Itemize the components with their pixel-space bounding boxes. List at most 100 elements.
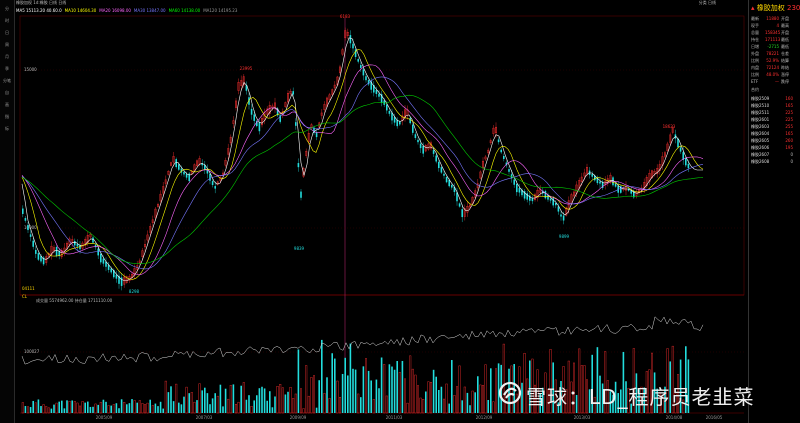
contract-row[interactable]: 橡胶2607 0 (751, 151, 799, 158)
candle-body (451, 184, 453, 188)
contract-row[interactable]: 橡胶2606 195 (751, 144, 799, 151)
volume-bar (138, 400, 141, 414)
contract-row[interactable]: 橡胶2601 225 (751, 116, 799, 123)
volume-bar (167, 392, 170, 413)
volume-bar (61, 400, 63, 413)
contract-row[interactable]: 橡胶2605 260 (751, 137, 799, 144)
subpanel-label: CL (22, 294, 28, 299)
candle-body (396, 119, 398, 127)
toolbar-item[interactable]: 日 (1, 30, 13, 35)
volume-bar (383, 364, 386, 414)
contract-row[interactable]: 橡胶2510 165 (751, 102, 799, 109)
kline-chart[interactable]: 15000100001000272005/09 2007/03 2009/09 201… (14, 0, 748, 423)
volume-bar (385, 395, 388, 414)
candle-body (22, 208, 24, 214)
price-low-label: 9899 (559, 234, 570, 239)
volume-bar (29, 407, 32, 413)
volume-bar (435, 376, 437, 413)
candle-body (458, 203, 461, 207)
volume-bar (305, 365, 308, 414)
open-interest-line (21, 316, 704, 365)
volume-bar (419, 397, 422, 414)
volume-bar (84, 402, 86, 413)
contract-row[interactable]: 橡胶2509 160 (751, 95, 799, 102)
volume-bar (58, 401, 60, 413)
volume-bar (276, 386, 279, 414)
volume-bar (188, 393, 190, 413)
volume-bar (313, 375, 316, 414)
toolbar-item[interactable]: 分笔 (1, 78, 13, 83)
candle-body (560, 214, 562, 217)
volume-bar (222, 406, 224, 413)
quote-row: 最新 11880 开盘 (751, 16, 789, 21)
volume-bar (112, 404, 115, 414)
toolbar-item[interactable]: 自 (1, 90, 13, 95)
volume-bar (21, 402, 24, 414)
price-low-label: 8298 (129, 289, 140, 294)
volume-bar (47, 407, 50, 414)
candle-body (29, 234, 32, 237)
volume-bar (466, 392, 469, 413)
volume-bar (357, 393, 360, 414)
candle-body (414, 134, 417, 138)
candle-body (185, 173, 188, 178)
ma10-line (21, 49, 704, 280)
contract-row[interactable]: 橡胶2511 225 (751, 109, 799, 116)
toolbar-item[interactable]: 季 (1, 66, 13, 71)
toolbar-item[interactable]: 月 (1, 54, 13, 59)
volume-bar (133, 400, 136, 414)
xueqiu-logo-icon (498, 381, 522, 405)
volume-bar (370, 380, 372, 413)
volume-bar (118, 408, 120, 413)
candle-body (497, 139, 500, 143)
toolbar-item[interactable]: 画 (1, 102, 13, 107)
volume-bar (281, 387, 284, 414)
volume-bar (68, 400, 71, 414)
volume-bar (398, 372, 401, 414)
x-tick-label: 2009/09 (290, 415, 307, 420)
toolbar-item[interactable]: 指 (1, 114, 13, 119)
ma60-line (21, 94, 704, 265)
volume-bar (490, 368, 492, 413)
candle-body (388, 110, 391, 114)
candle-body (365, 76, 367, 81)
toolbar-item[interactable]: 时 (1, 18, 13, 23)
quote-row: 持仓 171113最低 (751, 37, 789, 42)
volume-bar (232, 384, 235, 413)
volume-bar (404, 378, 407, 414)
volume-bar (469, 405, 471, 413)
quote-price: 230 (786, 4, 800, 12)
toolbar-item[interactable]: 分 (1, 6, 13, 11)
contract-row[interactable]: 橡胶2608 0 (751, 158, 799, 165)
volume-bar (328, 398, 331, 414)
volume-bar (495, 368, 498, 414)
candle-body (614, 183, 617, 187)
contract-row[interactable]: 橡胶2603 255 (751, 123, 799, 130)
volume-bar (463, 386, 466, 414)
toolbar-item[interactable]: 周 (1, 42, 13, 47)
volume-bar (258, 388, 261, 413)
candle-body (557, 206, 560, 212)
volume-bar (66, 400, 68, 413)
toolbar-item[interactable]: 标 (1, 126, 13, 131)
candle-body (102, 258, 105, 264)
volume-bar (185, 386, 188, 414)
volume-bar (461, 400, 463, 413)
volume-bar (336, 380, 339, 414)
price-label: 18623 (663, 124, 676, 129)
candle-body (378, 93, 380, 97)
candle-body (500, 149, 502, 153)
volume-bar (326, 377, 328, 413)
volume-bar (178, 402, 180, 413)
candle-body (211, 181, 214, 185)
volume-bar (289, 387, 292, 414)
contract-row[interactable]: 橡胶2604 165 (751, 130, 799, 137)
volume-bar (484, 364, 487, 414)
volume-bar (487, 399, 489, 413)
candle-body (531, 198, 534, 202)
volume-bar (284, 394, 287, 413)
price-low-label: 9839 (294, 246, 305, 251)
volume-bar (97, 404, 99, 413)
volume-bar (323, 393, 326, 414)
volume-bar (92, 406, 94, 413)
